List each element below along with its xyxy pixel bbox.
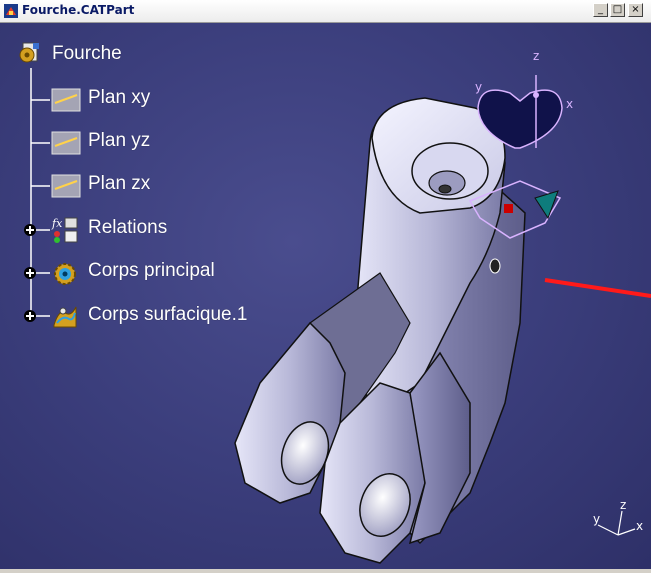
triad-z-label: z (620, 498, 626, 512)
compass-y-label: y (475, 80, 482, 94)
maximize-button[interactable]: □ (610, 3, 625, 17)
plane-yz-icon (51, 131, 81, 155)
part-icon (19, 42, 39, 63)
tree-item-plan-xy[interactable]: Plan xy (88, 87, 150, 109)
surface-body-icon (53, 306, 77, 328)
expand-corps-surfacique-icon[interactable] (23, 309, 37, 323)
compass-z-label: z (533, 49, 539, 63)
window-bottom-border (0, 569, 651, 573)
tree-item-plan-zx[interactable]: Plan zx (88, 173, 150, 195)
plane-zx-icon (51, 174, 81, 198)
triad-y-label: y (593, 512, 600, 526)
compass-x-label: x (566, 97, 573, 111)
3d-viewport[interactable]: z y x y z x Fourche Plan xy Plan yz Plan… (0, 23, 651, 569)
catpart-icon (4, 4, 18, 18)
tree-root-label[interactable]: Fourche (52, 43, 122, 65)
close-button[interactable]: × (628, 3, 643, 17)
minimize-button[interactable]: _ (593, 3, 608, 17)
triad-x-label: x (636, 519, 643, 533)
catia-window: Fourche.CATPart _ □ × z y x y z x Fourch… (0, 0, 651, 573)
expand-corps-principal-icon[interactable] (23, 266, 37, 280)
plane-xy-icon (51, 88, 81, 112)
expand-relations-icon[interactable] (23, 223, 37, 237)
tree-item-relations[interactable]: Relations (88, 217, 167, 239)
window-title: Fourche.CATPart (22, 3, 135, 17)
tree-item-corps-principal[interactable]: Corps principal (88, 260, 215, 282)
title-bar[interactable]: Fourche.CATPart _ □ × (0, 0, 651, 23)
axis-line (544, 278, 651, 298)
tree-item-plan-yz[interactable]: Plan yz (88, 130, 150, 152)
tree-item-corps-surfacique[interactable]: Corps surfacique.1 (88, 304, 247, 326)
svg-text:fx: fx (51, 217, 63, 230)
axis-triad: y z x (593, 498, 643, 536)
gear-body-icon (54, 263, 76, 285)
relations-icon: fx (51, 217, 78, 243)
